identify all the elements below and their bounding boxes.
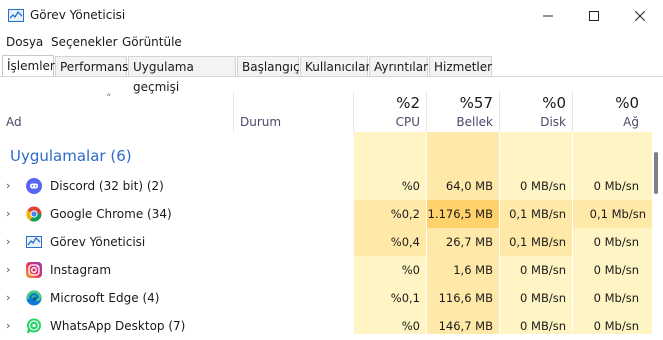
- process-row[interactable]: › WhatsApp Desktop (7) %0 146,7 MB 0 MB/…: [0, 312, 652, 340]
- process-row[interactable]: › Görev Yöneticisi %0,4 26,7 MB 0,1 MB/s…: [0, 228, 652, 256]
- cpu-value: %0: [401, 319, 420, 333]
- tab-app-history[interactable]: Uygulama geçmişi: [128, 56, 236, 94]
- process-name: WhatsApp Desktop (7): [50, 319, 186, 333]
- cpu-value: %0,4: [354, 228, 426, 256]
- process-name: Discord (32 bit) (2): [50, 179, 164, 193]
- column-cpu[interactable]: CPU: [354, 115, 420, 129]
- network-value: 0,1 Mb/sn: [573, 200, 652, 228]
- process-name: Microsoft Edge (4): [50, 291, 160, 305]
- disk-value: 0 MB/sn: [520, 291, 566, 305]
- tab-bar: İşlemler Performans Uygulama geçmişi Baş…: [0, 55, 663, 94]
- whatsapp-icon: [26, 318, 41, 334]
- column-name[interactable]: Ad: [6, 115, 22, 129]
- memory-value: 1,6 MB: [453, 263, 493, 277]
- memory-value: 146,7 MB: [438, 319, 493, 333]
- network-value: 0 Mb/sn: [593, 263, 639, 277]
- expand-chevron-icon[interactable]: ›: [6, 291, 10, 304]
- title-bar: Görev Yöneticisi: [0, 0, 663, 32]
- process-row[interactable]: › Discord (32 bit) (2) %0 64,0 MB 0 MB/s…: [0, 172, 652, 200]
- process-row[interactable]: › Google Chrome (34) %0,2 1.176,5 MB 0,1…: [0, 200, 652, 228]
- chrome-icon: [26, 206, 42, 222]
- memory-total: %57: [459, 94, 493, 112]
- menu-view[interactable]: Görüntüle: [122, 35, 182, 49]
- cpu-total: %2: [396, 94, 420, 112]
- tab-divider: [0, 76, 663, 77]
- column-separator: [499, 92, 500, 132]
- column-separator: [572, 92, 573, 132]
- cpu-value: %0: [401, 179, 420, 193]
- network-total: %0: [615, 94, 639, 112]
- task-manager-icon: [26, 236, 42, 248]
- tab-processes[interactable]: İşlemler: [2, 55, 55, 77]
- tab-details[interactable]: Ayrıntılar: [369, 56, 428, 76]
- disk-value: 0 MB/sn: [520, 319, 566, 333]
- column-separator: [426, 92, 427, 132]
- memory-value: 1.176,5 MB: [427, 200, 499, 228]
- scrollbar-thumb[interactable]: [654, 152, 658, 194]
- expand-chevron-icon[interactable]: ›: [6, 319, 10, 332]
- window-title: Görev Yöneticisi: [30, 8, 126, 22]
- tab-services[interactable]: Hizmetler: [429, 56, 492, 76]
- cpu-value: %0,2: [354, 200, 426, 228]
- column-disk[interactable]: Disk: [500, 115, 566, 129]
- disk-total: %0: [542, 94, 566, 112]
- minimize-button[interactable]: [525, 0, 571, 32]
- tab-performance[interactable]: Performans: [55, 56, 128, 76]
- menu-bar: Dosya Seçenekler Görüntüle: [0, 33, 663, 53]
- edge-icon: [26, 290, 42, 306]
- instagram-icon: [26, 262, 42, 278]
- memory-value: 64,0 MB: [445, 179, 493, 193]
- expand-chevron-icon[interactable]: ›: [6, 179, 10, 192]
- network-value: 0 Mb/sn: [593, 179, 639, 193]
- memory-value: 26,7 MB: [445, 235, 493, 249]
- tab-users[interactable]: Kullanıcılar: [300, 56, 370, 76]
- sort-ascending-icon: ˄: [106, 92, 112, 105]
- network-value: 0 Mb/sn: [593, 291, 639, 305]
- disk-value: 0,1 MB/sn: [500, 200, 572, 228]
- minimize-icon: [543, 15, 553, 17]
- column-memory[interactable]: Bellek: [427, 115, 493, 129]
- process-name: Görev Yöneticisi: [50, 235, 146, 249]
- disk-value: 0 MB/sn: [520, 263, 566, 277]
- group-title-apps[interactable]: Uygulamalar (6): [10, 147, 132, 165]
- network-value: 0 Mb/sn: [593, 319, 639, 333]
- column-network[interactable]: Ağ: [573, 115, 639, 129]
- cpu-value: %0,1: [390, 291, 420, 305]
- expand-chevron-icon[interactable]: ›: [6, 263, 10, 276]
- maximize-icon: [589, 11, 599, 21]
- cpu-value: %0: [401, 263, 420, 277]
- close-icon: [635, 11, 645, 21]
- column-status[interactable]: Durum: [240, 115, 281, 129]
- discord-icon: [26, 178, 42, 194]
- close-button[interactable]: [617, 0, 663, 32]
- tab-startup[interactable]: Başlangıç: [237, 56, 300, 76]
- process-name: Google Chrome (34): [50, 207, 172, 221]
- column-header: ˄ Ad Durum %2 CPU %57 Bellek %0 Disk %0 …: [0, 92, 663, 132]
- menu-file[interactable]: Dosya: [6, 35, 43, 49]
- column-separator: [353, 92, 354, 132]
- vertical-scrollbar[interactable]: [652, 132, 663, 334]
- disk-value: 0 MB/sn: [520, 179, 566, 193]
- expand-chevron-icon[interactable]: ›: [6, 235, 10, 248]
- process-name: Instagram: [50, 263, 112, 277]
- task-manager-app-icon: [8, 9, 24, 22]
- disk-value: 0,1 MB/sn: [500, 228, 572, 256]
- menu-options[interactable]: Seçenekler: [51, 35, 118, 49]
- column-separator: [233, 92, 234, 132]
- process-row[interactable]: › Instagram %0 1,6 MB 0 MB/sn 0 Mb/sn: [0, 256, 652, 284]
- memory-value: 116,6 MB: [438, 291, 493, 305]
- maximize-button[interactable]: [571, 0, 617, 32]
- process-row[interactable]: › Microsoft Edge (4) %0,1 116,6 MB 0 MB/…: [0, 284, 652, 312]
- expand-chevron-icon[interactable]: ›: [6, 207, 10, 220]
- network-value: 0 Mb/sn: [593, 235, 639, 249]
